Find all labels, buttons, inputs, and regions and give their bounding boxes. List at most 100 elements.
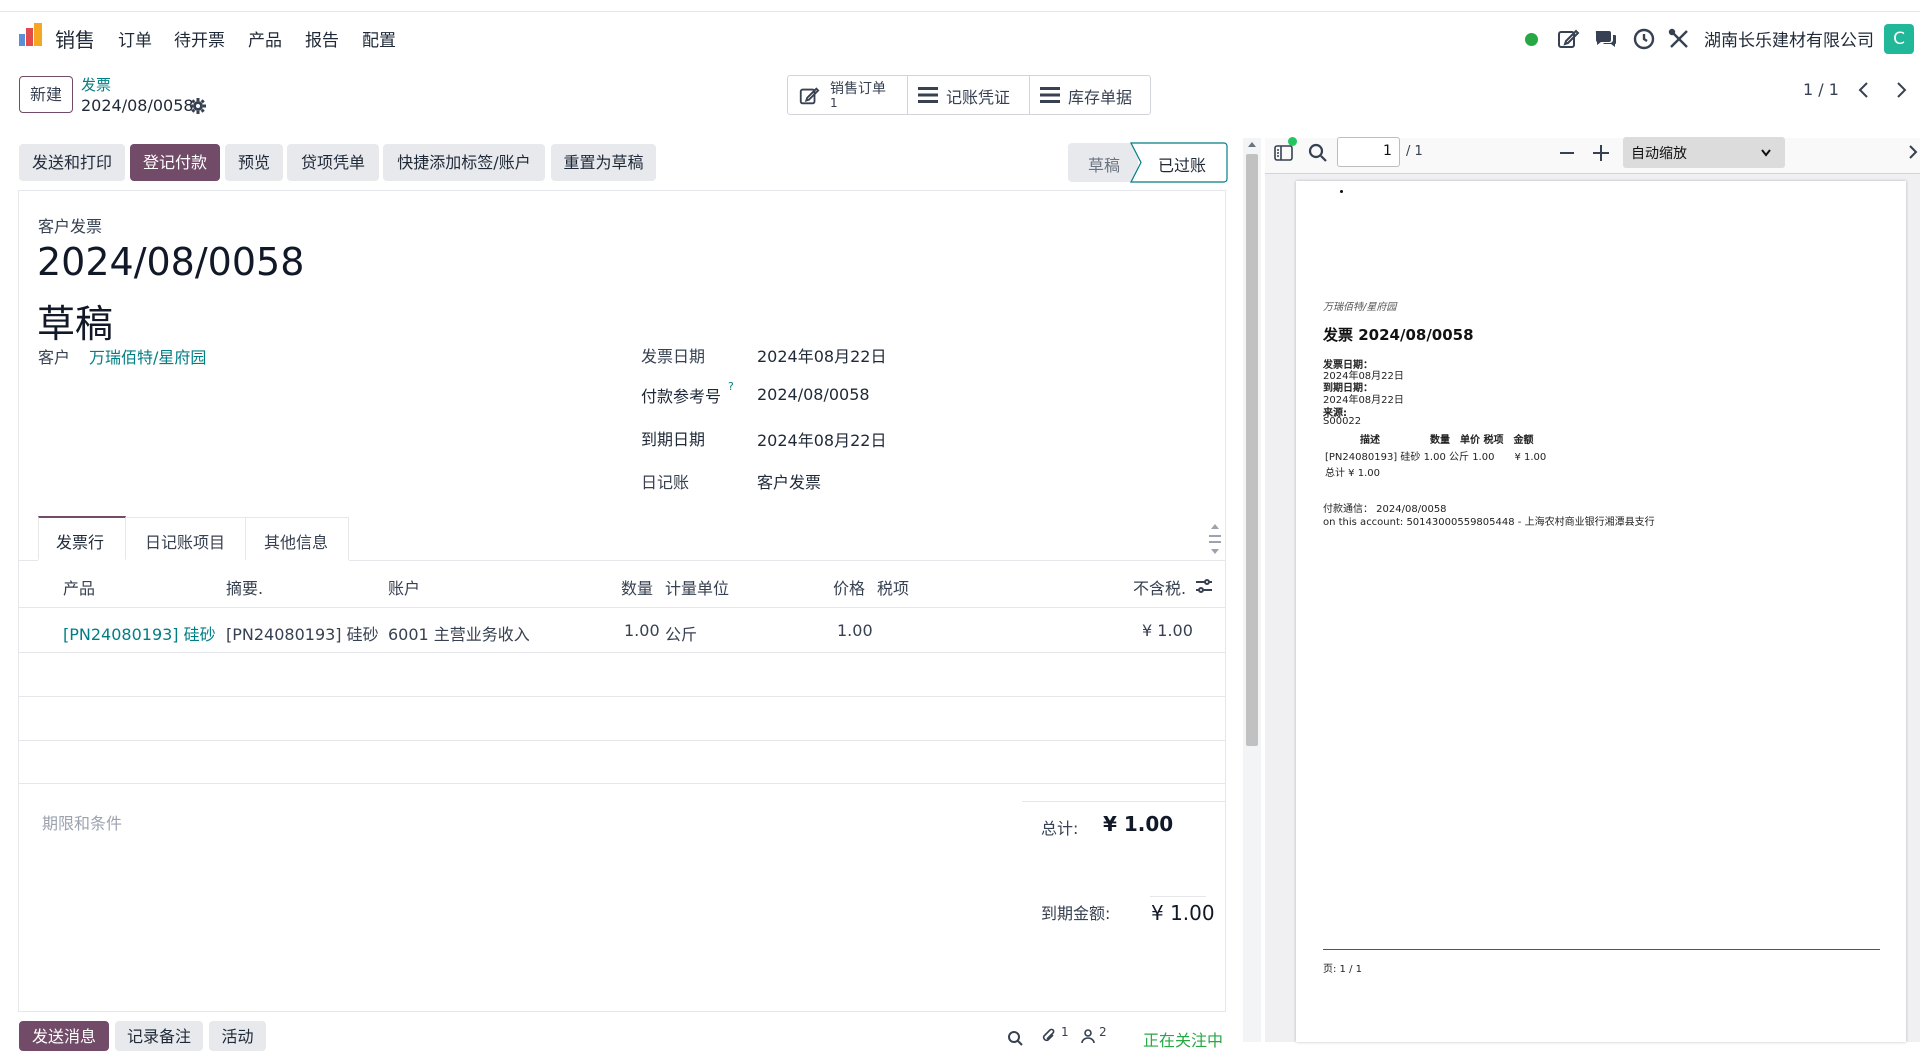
col-price[interactable]: 价格: [833, 575, 865, 599]
row-border: [18, 652, 1226, 653]
company-switcher[interactable]: 湖南长乐建材有限公司: [1704, 26, 1874, 51]
chevron-right-icon[interactable]: [1893, 80, 1909, 100]
pdf-page-input-value: 1: [1383, 143, 1392, 159]
tools-icon[interactable]: [1667, 27, 1691, 51]
menu-configuration[interactable]: 配置: [362, 26, 396, 51]
notification-dot: [1288, 137, 1297, 146]
activity-button[interactable]: 活动: [209, 1021, 266, 1051]
list-icon: [918, 87, 938, 103]
user-avatar[interactable]: C: [1884, 24, 1914, 54]
status-draft-label: 草稿: [1088, 156, 1121, 175]
invoice-date-field[interactable]: 2024年08月22日: [757, 343, 886, 367]
double-chevron-right-icon[interactable]: [1908, 144, 1920, 160]
customer-field[interactable]: 万瑞佰特/星府园: [89, 344, 206, 368]
pdf-account-line: on this account: 50143000559805448 - 上海农…: [1323, 517, 1655, 528]
zoom-select-value: 自动缩放: [1631, 146, 1687, 162]
search-icon[interactable]: [1007, 1030, 1023, 1046]
quick-tag-button[interactable]: 快捷添加标签/账户: [383, 144, 545, 181]
edit-icon: [799, 87, 820, 105]
status-posted-label: 已过账: [1158, 156, 1207, 175]
col-uom[interactable]: 计量单位: [665, 575, 729, 599]
browser-top-strip: [0, 0, 1920, 12]
row-price[interactable]: 1.00: [837, 621, 873, 640]
pdf-bullet: [1340, 190, 1343, 193]
menu-products[interactable]: 产品: [248, 26, 282, 51]
stock-picking-smart-button[interactable]: 库存单据: [1030, 76, 1150, 114]
app-name[interactable]: 销售: [55, 24, 95, 53]
col-subtotal[interactable]: 不含税.: [1133, 575, 1186, 599]
chat-icon[interactable]: [1594, 27, 1618, 51]
pdf-partner: 万瑞佰特/星府园: [1323, 302, 1397, 313]
row-account[interactable]: 6001 主营业务收入: [388, 621, 530, 645]
tab-journal-items-label: 日记账项目: [145, 533, 226, 552]
new-button[interactable]: 新建: [19, 76, 73, 113]
send-print-button[interactable]: 发送和打印: [19, 144, 125, 181]
edit-note-icon[interactable]: [1556, 27, 1580, 51]
breadcrumb-current: 2024/08/0058: [81, 96, 194, 115]
row-label[interactable]: [PN24080193] 硅砂: [226, 621, 379, 645]
tab-other-info-label: 其他信息: [264, 533, 329, 552]
zoom-out-icon[interactable]: [1559, 145, 1575, 161]
col-label[interactable]: 摘要.: [226, 575, 263, 599]
col-taxes[interactable]: 税项: [877, 575, 909, 599]
main-scrollbar-thumb[interactable]: [1246, 154, 1258, 746]
reset-draft-button[interactable]: 重置为草稿: [551, 144, 656, 181]
total-label: 总计:: [1041, 819, 1079, 838]
pdf-title: 发票 2024/08/0058: [1323, 326, 1474, 344]
credit-note-button[interactable]: 贷项凭单: [287, 144, 379, 181]
column-settings-icon[interactable]: [1195, 577, 1213, 595]
tabs-divider-left: [18, 560, 38, 561]
sidebar-toggle-icon[interactable]: [1274, 144, 1294, 162]
due-date-field[interactable]: 2024年08月22日: [757, 427, 886, 451]
register-payment-button[interactable]: 登记付款: [130, 144, 220, 181]
stock-picking-label: 库存单据: [1068, 88, 1133, 107]
log-note-button[interactable]: 记录备注: [115, 1021, 203, 1051]
pdf-search-icon[interactable]: [1308, 143, 1328, 163]
zoom-in-icon[interactable]: [1592, 144, 1610, 162]
invoice-date-label: 发票日期: [641, 347, 706, 366]
row-subtotal[interactable]: ¥ 1.00: [1142, 621, 1193, 640]
help-tooltip-icon[interactable]: ?: [728, 380, 734, 393]
clock-icon[interactable]: [1632, 27, 1656, 51]
col-product[interactable]: 产品: [63, 575, 95, 599]
sales-app-icon[interactable]: [18, 22, 44, 48]
pdf-footer: 页: 1 / 1: [1323, 964, 1362, 975]
menu-orders[interactable]: 订单: [118, 26, 152, 51]
row-uom[interactable]: 公斤: [665, 621, 697, 645]
breadcrumb-invoices[interactable]: 发票: [81, 74, 111, 95]
journal-label: 日记账: [641, 473, 690, 492]
empty-row-border: [18, 783, 1226, 784]
payment-ref-field[interactable]: 2024/08/0058: [757, 385, 870, 404]
scroll-up-arrow[interactable]: [1247, 140, 1257, 148]
due-amount-border: [1150, 896, 1206, 897]
col-account[interactable]: 账户: [388, 575, 420, 599]
send-message-button[interactable]: 发送消息: [19, 1021, 109, 1051]
invoice-number: 2024/08/0058: [37, 240, 305, 284]
sale-order-smart-button[interactable]: 销售订单 1: [788, 76, 908, 114]
gear-icon[interactable]: [190, 98, 206, 114]
totals-top-border: [1022, 801, 1226, 802]
attachments-count: 1: [1061, 1025, 1069, 1039]
row-quantity[interactable]: 1.00: [624, 621, 660, 640]
move-type-label: 客户发票: [38, 217, 103, 236]
row-product[interactable]: [PN24080193] 硅砂: [63, 621, 216, 645]
journal-entry-smart-button[interactable]: 记账凭证: [908, 76, 1030, 114]
sale-order-count: 1: [830, 96, 838, 110]
preview-button[interactable]: 预览: [225, 144, 283, 181]
inner-scrollbar[interactable]: [1207, 520, 1223, 560]
followers-count: 2: [1099, 1025, 1107, 1039]
menu-reporting[interactable]: 报告: [305, 26, 339, 51]
journal-field[interactable]: 客户发票: [757, 469, 821, 493]
following-button[interactable]: 正在关注中: [1143, 1027, 1223, 1051]
chevron-left-icon[interactable]: [1856, 80, 1872, 100]
list-icon: [1040, 87, 1060, 103]
main-navbar: 销售 订单 待开票 产品 报告 配置 湖南长乐建材有限公司 C: [0, 12, 1920, 66]
col-quantity[interactable]: 数量: [621, 575, 653, 599]
pdf-table-header: 描述 数量 单价 税项 金额: [1360, 435, 1534, 446]
empty-row-border: [18, 740, 1226, 741]
tab-invoice-lines-label: 发票行: [56, 533, 105, 552]
pager-value[interactable]: 1 / 1: [1803, 80, 1839, 99]
due-amount-label: 到期金额:: [1041, 904, 1111, 923]
terms-conditions-field[interactable]: 期限和条件: [42, 810, 122, 834]
menu-to-invoice[interactable]: 待开票: [174, 26, 225, 51]
